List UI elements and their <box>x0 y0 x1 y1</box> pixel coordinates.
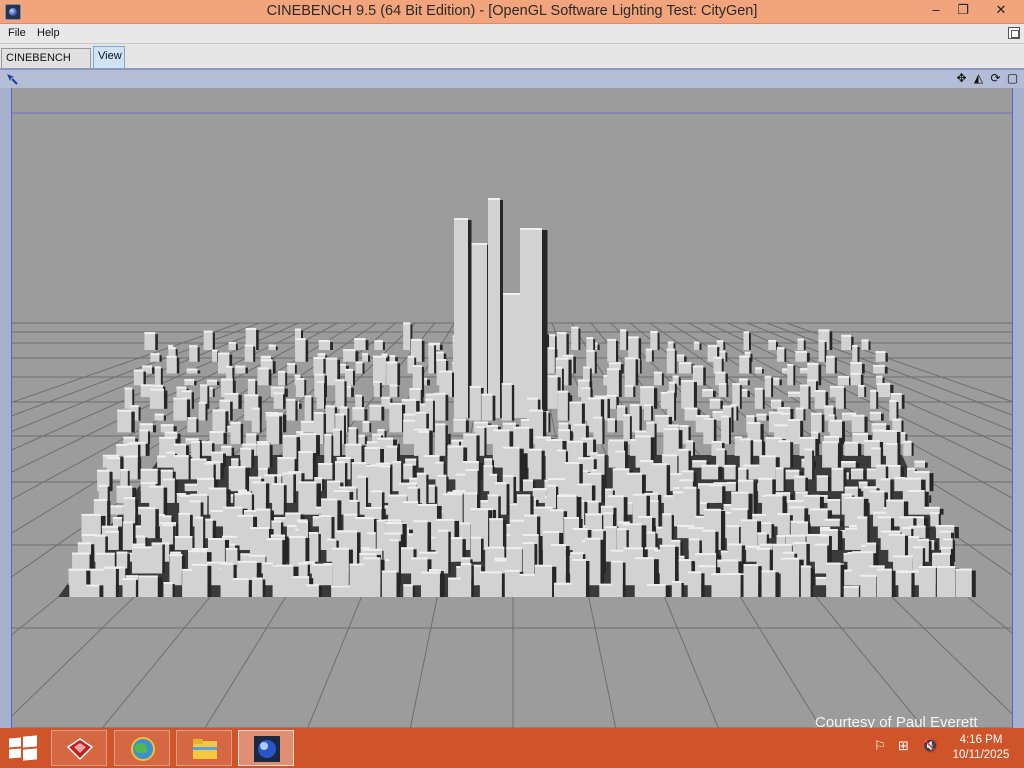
frame-icon[interactable]: ▢ <box>1005 71 1020 86</box>
menu-bar: File Help <box>0 24 1024 44</box>
menu-help[interactable]: Help <box>37 27 60 39</box>
move-icon[interactable]: ✥ <box>954 71 969 86</box>
minimize-button[interactable]: – <box>921 0 951 22</box>
clock-date: 10/11/2025 <box>952 749 1010 761</box>
taskbar-app-cinebench[interactable] <box>238 730 294 766</box>
volume-muted-icon[interactable]: 🔇 <box>922 738 938 754</box>
network-icon[interactable]: ⊞ <box>898 738 909 754</box>
rotate-icon[interactable]: ⟳ <box>988 71 1003 86</box>
taskbar-app-red[interactable] <box>51 730 107 766</box>
clock-time: 4:16 PM <box>959 734 1003 746</box>
app-red-icon <box>66 738 94 761</box>
taskbar-app-explorer[interactable] <box>176 730 232 766</box>
menu-file[interactable]: File <box>8 27 26 39</box>
city-scene <box>12 112 1012 728</box>
credit-text: Courtesy of Paul Everett <box>815 714 978 728</box>
file-explorer-icon <box>193 739 217 759</box>
viewport-toolbar: ✥ ◭ ⟳ ▢ <box>0 70 1024 88</box>
tab-view[interactable]: View <box>93 46 125 68</box>
city-buildings <box>68 198 976 597</box>
taskbar-app-browser[interactable] <box>114 730 170 766</box>
taskbar: ⚐ ⊞ 🔇 4:16 PM 10/11/2025 <box>0 728 1024 768</box>
action-center-flag-icon[interactable]: ⚐ <box>874 738 886 754</box>
restore-button[interactable]: ❐ <box>948 0 978 22</box>
render-viewport[interactable]: Courtesy of Paul Everett <box>11 88 1013 728</box>
window-title: CINEBENCH 9.5 (64 Bit Edition) - [OpenGL… <box>266 3 758 19</box>
tab-cinebench[interactable]: CINEBENCH 9.5 <box>1 48 91 83</box>
cinebench-icon <box>254 736 280 762</box>
taskbar-clock[interactable]: 4:16 PM 10/11/2025 <box>948 733 1014 763</box>
scale-icon[interactable]: ◭ <box>971 71 986 86</box>
title-bar: CINEBENCH 9.5 (64 Bit Edition) - [OpenGL… <box>0 0 1024 24</box>
navigation-icon[interactable] <box>5 72 19 86</box>
tab-strip: CINEBENCH 9.5 View <box>0 44 1024 83</box>
browser-globe-icon <box>131 737 155 761</box>
windows-start-icon[interactable] <box>8 735 38 761</box>
document-maximize-icon[interactable] <box>1008 27 1020 39</box>
close-button[interactable]: ✕ <box>984 0 1018 22</box>
